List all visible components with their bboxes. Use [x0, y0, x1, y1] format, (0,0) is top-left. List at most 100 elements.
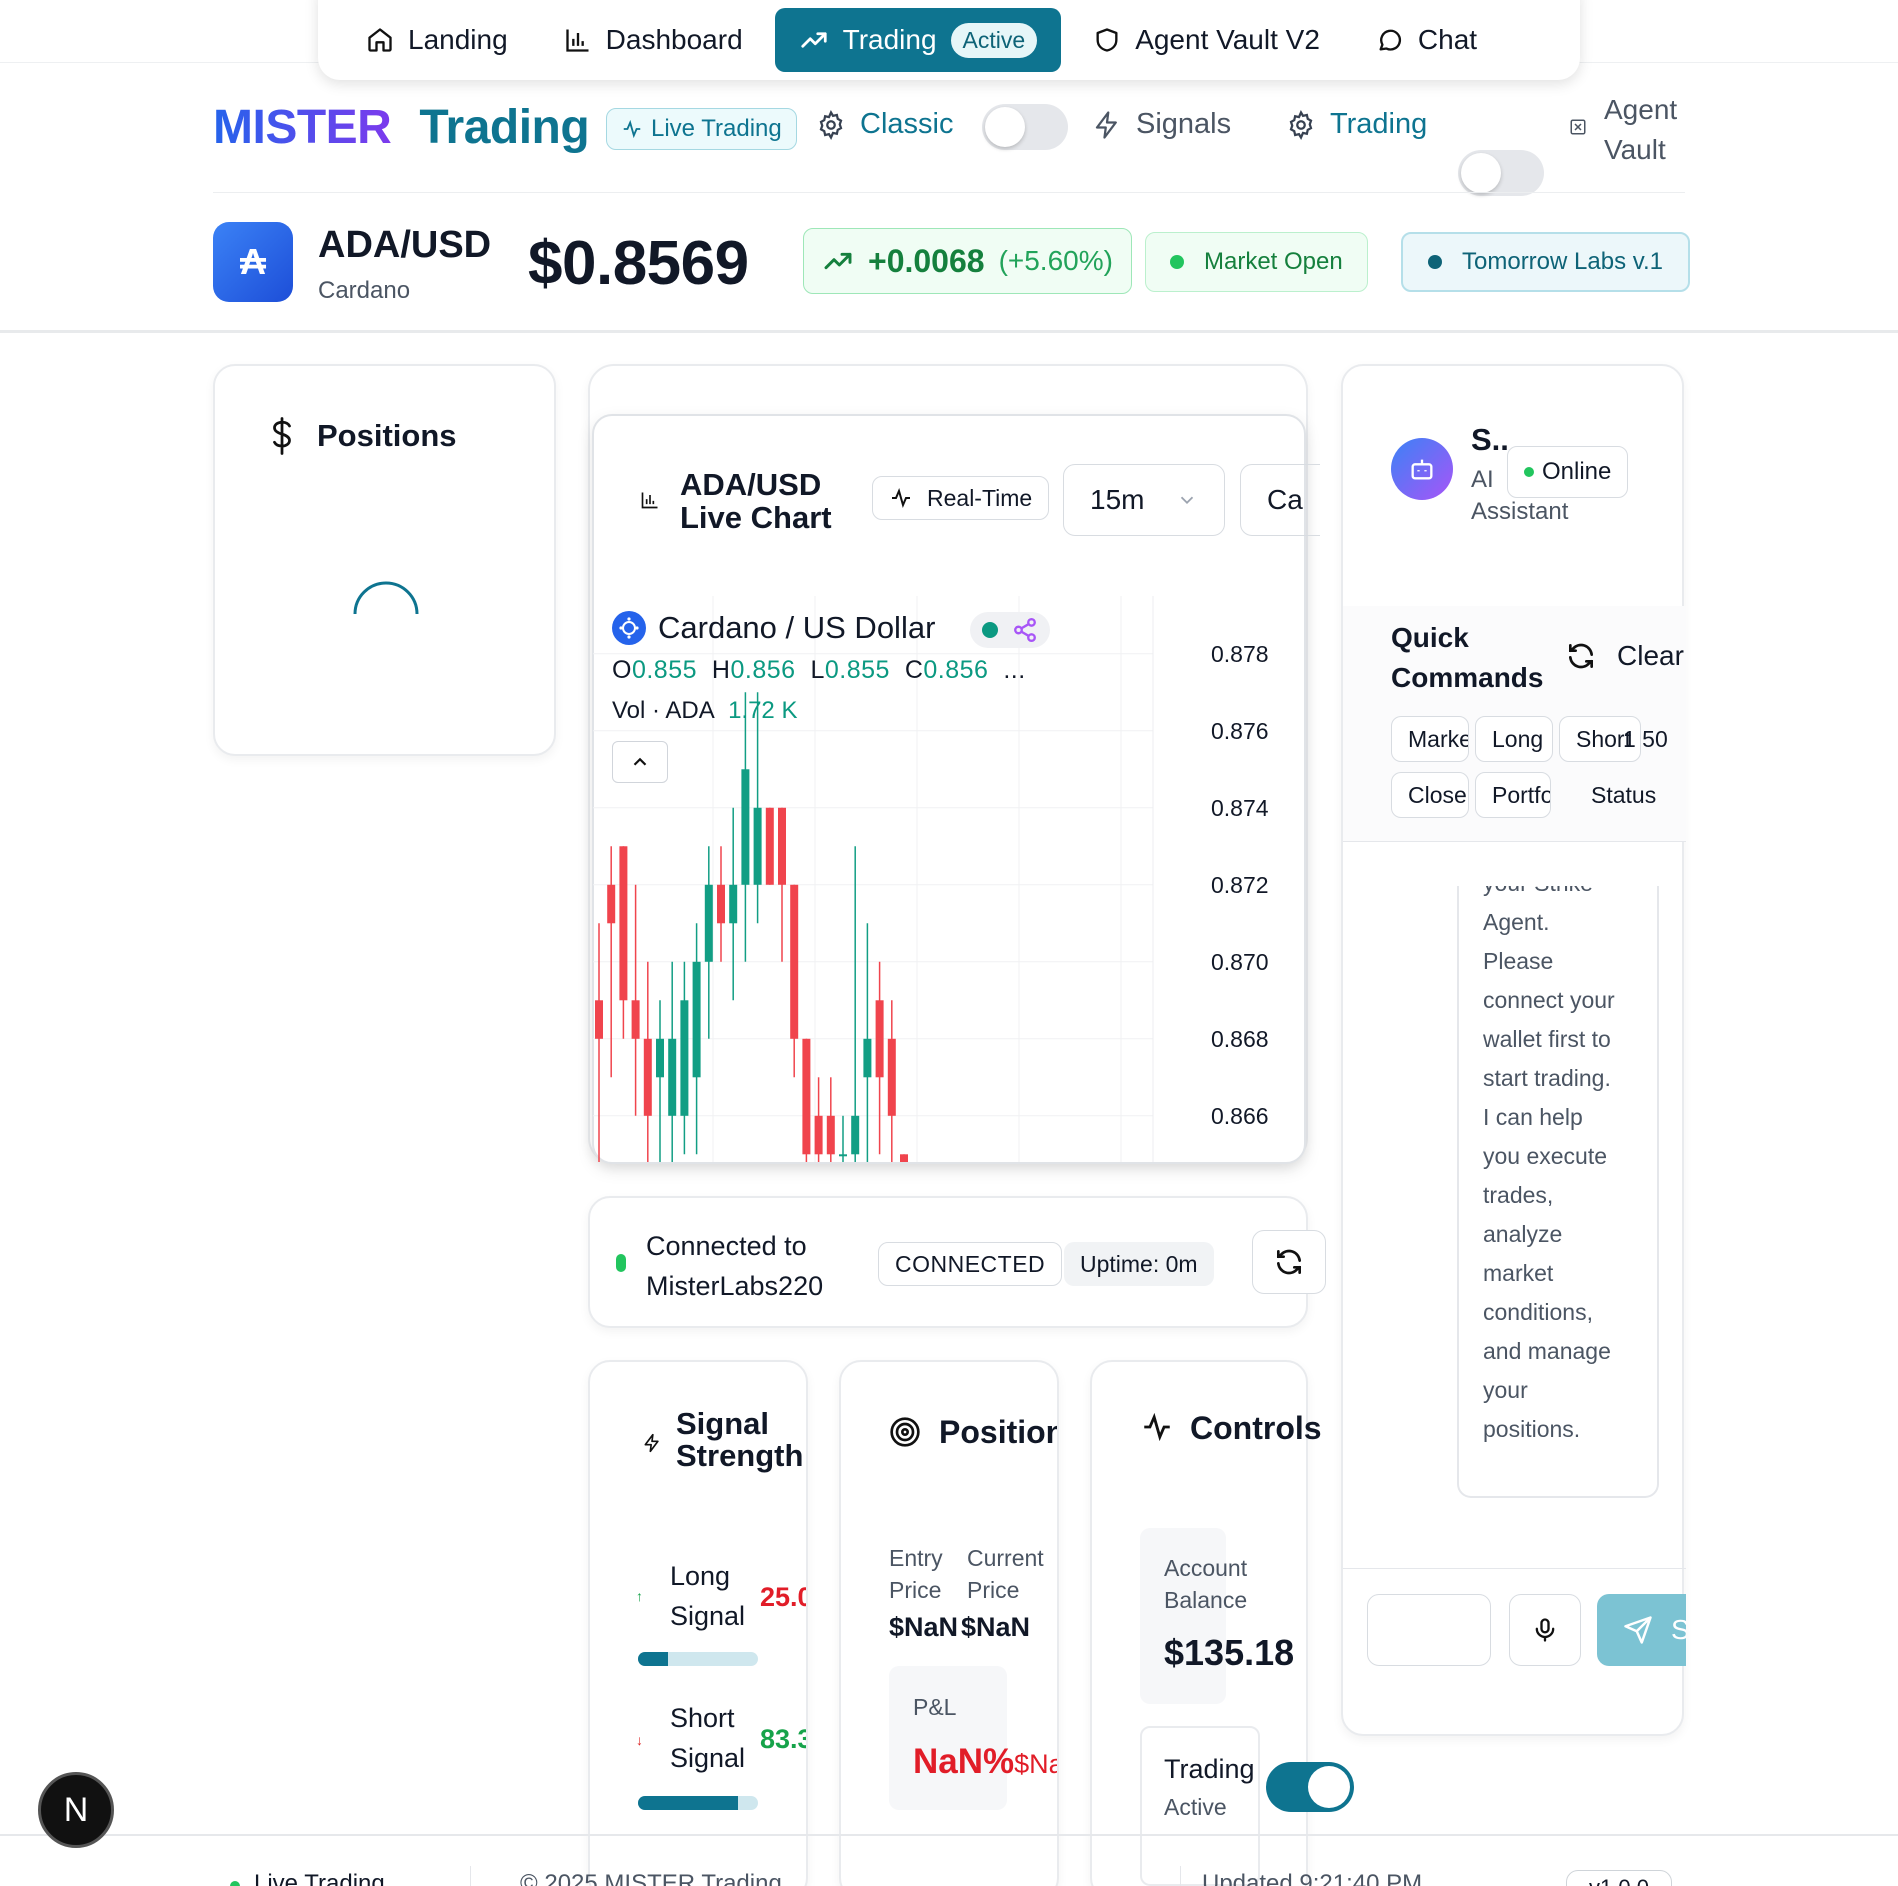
nav-landing[interactable]: Landing: [342, 8, 532, 72]
trading-label: Trading: [1330, 108, 1428, 140]
chevron-down-icon: [1176, 489, 1198, 511]
robot-avatar: [1391, 438, 1453, 500]
brand-logo[interactable]: MISTER Trading: [213, 100, 590, 155]
timeframe-select[interactable]: 15m: [1063, 464, 1225, 536]
pnl-values: NaN%$NaN: [913, 1742, 1057, 1782]
command-status[interactable]: Status: [1591, 782, 1656, 809]
ada-coin-logo: ₳: [213, 222, 293, 302]
high-value: 0.856: [730, 656, 796, 684]
trading-status-sub: Active: [1164, 1794, 1227, 1820]
realtime-label: Real-Time: [927, 484, 1033, 511]
clear-button[interactable]: Clear: [1565, 640, 1684, 672]
entry-price-value: $NaN: [889, 1612, 959, 1642]
provider-label: Tomorrow Labs v.1: [1462, 248, 1663, 275]
mode-trading[interactable]: Trading: [1286, 108, 1427, 141]
signal-strength-card: Signal Strength ↑ Long Signal 25.0% ↓ Sh…: [588, 1360, 808, 1886]
lightning-icon: [1092, 110, 1122, 140]
command-long[interactable]: Long: [1475, 716, 1553, 762]
refresh-icon: [1565, 640, 1597, 672]
chat-message-line: start trading.: [1483, 1065, 1611, 1091]
chat-message-text: your Strike Agent. Please connect your walle…: [1483, 886, 1615, 1449]
pnl-percent: NaN%: [913, 1742, 1015, 1781]
trading-active-toggle[interactable]: [1266, 1762, 1354, 1812]
footer-divider: [0, 1834, 1898, 1836]
current-label-line1: Current: [967, 1545, 1044, 1571]
uptime-badge: Uptime: 0m: [1064, 1242, 1214, 1286]
command-market[interactable]: Marke: [1391, 716, 1469, 762]
entry-label-line1: Entry: [889, 1545, 943, 1571]
connection-text: Connected to MisterLabs220: [646, 1226, 823, 1306]
candle-down: [900, 1154, 908, 1162]
chat-message-line: market: [1483, 1260, 1554, 1286]
reconnect-button[interactable]: [1252, 1230, 1326, 1294]
nav-dashboard[interactable]: Dashboard: [540, 8, 767, 72]
y-tick-label: 0.874: [1211, 795, 1269, 821]
short-label-line2: Signal: [670, 1743, 746, 1773]
chat-message-line: I can help: [1483, 1104, 1583, 1130]
chart-status-pill[interactable]: [970, 612, 1050, 648]
footer-separator: [470, 1866, 471, 1886]
mode-signals[interactable]: Signals: [1092, 108, 1231, 141]
trading-vault-toggle[interactable]: [1458, 150, 1544, 196]
connected-badge: CONNECTED: [878, 1242, 1063, 1286]
version-badge: v1.0.0: [1566, 1870, 1672, 1886]
connection-line1: Connected to: [646, 1231, 807, 1261]
footer-live-label: Live Trading: [254, 1870, 385, 1886]
balance-label-line2: Balance: [1164, 1587, 1248, 1613]
command-portfolio[interactable]: Portfolio: [1475, 772, 1551, 818]
gear-icon: [1286, 109, 1316, 140]
y-tick-label: 0.872: [1211, 872, 1269, 898]
target-icon: [889, 1416, 921, 1448]
chat-input[interactable]: [1367, 1594, 1491, 1666]
collapse-legend-button[interactable]: [612, 741, 668, 783]
signal-title-line1: Signal: [676, 1406, 770, 1441]
quick-title-line1: Quick: [1391, 622, 1469, 653]
short-signal-value: 83.3%: [760, 1724, 806, 1754]
send-button[interactable]: S: [1597, 1594, 1686, 1666]
mode-agent-vault[interactable]: Agent Vault: [1604, 90, 1694, 170]
send-label: S: [1671, 1614, 1686, 1645]
microphone-button[interactable]: [1509, 1594, 1581, 1666]
activity-icon: [889, 486, 913, 510]
live-trading-label: Live Trading: [651, 115, 782, 142]
classic-signals-toggle[interactable]: [982, 104, 1068, 150]
chart-symbol: Cardano / US Dollar: [612, 610, 935, 646]
realtime-badge: Real-Time: [872, 476, 1050, 520]
short-signal-bar: [638, 1796, 758, 1810]
mode-classic[interactable]: Classic: [816, 108, 953, 141]
controls-card: Controls Account Balance $135.18 Trading…: [1090, 1360, 1354, 1886]
header-shadow: [0, 330, 1898, 333]
short-signal-fill: [638, 1796, 738, 1810]
candle-down: [631, 1000, 640, 1039]
nav-chat[interactable]: Chat: [1352, 8, 1501, 72]
chat-message: your Strike Agent. Please connect your walle…: [1457, 886, 1659, 1498]
command-close[interactable]: Close: [1391, 772, 1469, 818]
nav-trading[interactable]: Trading Active: [774, 8, 1062, 72]
long-signal-value: 25.0%: [760, 1582, 806, 1612]
share-icon: [1012, 617, 1038, 643]
quick-title-line2: Commands: [1391, 662, 1544, 693]
pair-symbol: ADA/USD: [318, 224, 492, 266]
close-label: C: [904, 656, 924, 684]
signals-label: Signals: [1136, 108, 1232, 140]
nav-agent-vault[interactable]: Agent Vault V2: [1069, 8, 1344, 72]
chart-type-button[interactable]: Ca: [1240, 464, 1320, 536]
input-divider: [1343, 1568, 1686, 1569]
chat-message-line: wallet first to: [1483, 1026, 1611, 1052]
assistant-panel: S.. AI Assistant Online Quick Commands C…: [1341, 364, 1686, 1736]
price-change-value: +0.0068: [868, 242, 985, 279]
brand-word-trading: Trading: [419, 101, 590, 154]
send-icon: [1623, 1615, 1653, 1645]
short-label-line1: Short: [670, 1703, 735, 1733]
dev-tools-badge[interactable]: N: [38, 1772, 114, 1848]
candle-down: [875, 1000, 884, 1078]
candle-up: [863, 1038, 872, 1078]
nav-label: Landing: [408, 24, 508, 55]
chart-icon: [640, 490, 660, 510]
chart-title: ADA/USD Live Chart: [680, 468, 832, 534]
nav-label: Agent Vault V2: [1135, 24, 1320, 55]
candle-down: [778, 807, 786, 885]
command-amount[interactable]: 1 50: [1623, 726, 1668, 753]
entry-label-line2: Price: [889, 1577, 942, 1603]
chat-message-line: and manage: [1483, 1338, 1611, 1364]
